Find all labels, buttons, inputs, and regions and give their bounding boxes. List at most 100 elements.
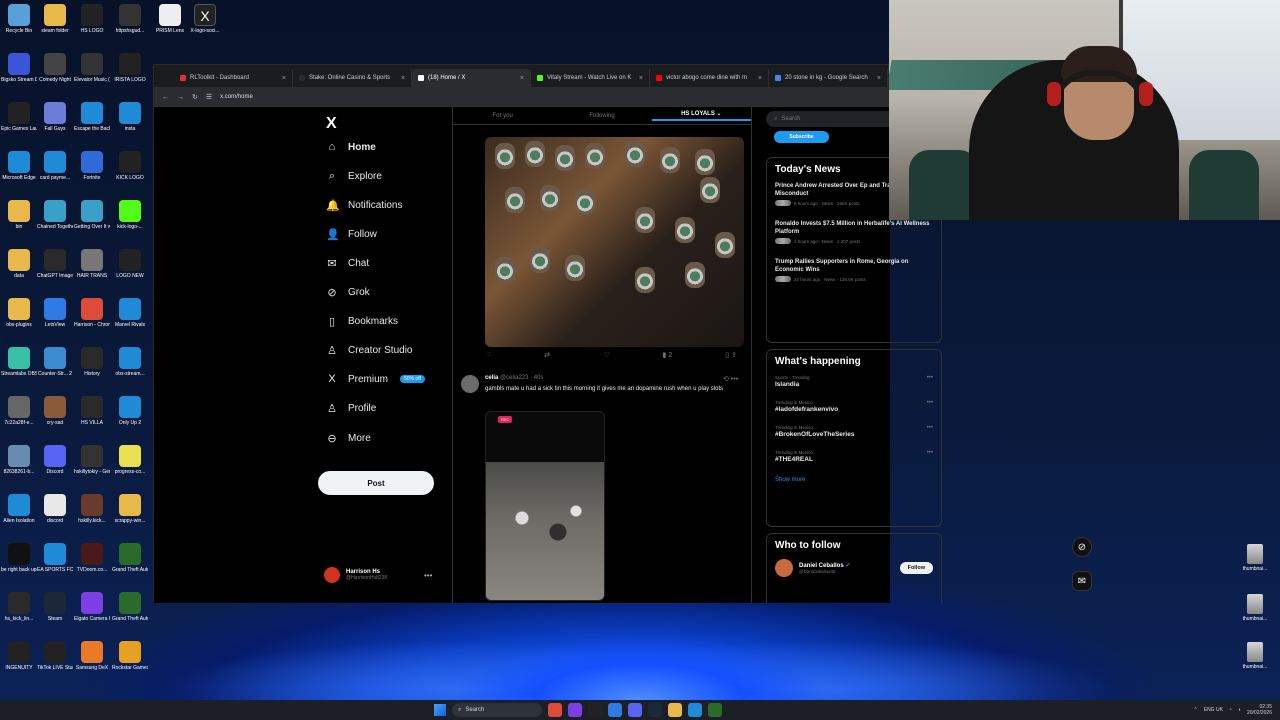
browser-tab[interactable]: victor abogo come dine with m × <box>650 69 769 87</box>
desktop-icon[interactable]: hskilly.kick... <box>74 494 110 524</box>
more-dots-icon[interactable]: ••• <box>424 571 432 580</box>
desktop-icon[interactable]: httpshsgud... <box>112 4 148 34</box>
desktop-icon[interactable]: Fall Guys <box>37 102 73 132</box>
desktop-icon[interactable]: Harrison - Chrome <box>74 298 110 328</box>
bookmark-action-icon[interactable]: ▯ ⇪ <box>725 351 737 359</box>
desktop-icon[interactable]: Steam <box>37 592 73 622</box>
browser-tab[interactable]: Vitaly Stream - Watch Live on K × <box>531 69 650 87</box>
desktop-icon[interactable]: Elgato Camera Hub <box>74 592 110 622</box>
close-tab-icon[interactable]: × <box>282 75 286 82</box>
tweet-video[interactable]: REC <box>485 411 605 601</box>
tiktok-taskbar-icon[interactable] <box>588 703 602 717</box>
desktop-thumbnail[interactable]: thumbnai... <box>1240 594 1270 622</box>
desktop-icon[interactable]: Alien Isolation <box>1 494 37 524</box>
desktop-icon[interactable]: KICK LOGO <box>112 151 148 181</box>
nav-explore[interactable]: ⌕ Explore <box>326 170 382 183</box>
desktop-icon[interactable]: Discord <box>37 445 73 475</box>
tab-following[interactable]: Following <box>552 113 651 119</box>
desktop-icon[interactable]: IRISTA LOGO <box>112 53 148 83</box>
grok-float-icon[interactable]: ⊘ <box>1072 537 1092 557</box>
desktop-icon[interactable]: Getting Over It with Ben... <box>74 200 110 230</box>
follow-button[interactable]: Follow <box>899 562 933 574</box>
desktop-icon[interactable]: Chained Together <box>37 200 73 230</box>
nav-more[interactable]: ⊖ More <box>326 432 370 445</box>
desktop-icon-x-logo[interactable]: X X-logo-soci... <box>187 4 223 34</box>
desktop-icon[interactable]: Counter-Str... 2 <box>37 347 73 377</box>
desktop-icon[interactable]: ChatGPT Image Jul 1... <box>37 249 73 279</box>
views-count[interactable]: ▮ 2 <box>663 351 673 359</box>
explorer-taskbar-icon[interactable] <box>668 703 682 717</box>
nav-grok[interactable]: ⊘ Grok <box>326 286 369 299</box>
nav-chat[interactable]: ✉ Chat <box>326 257 369 270</box>
forward-icon[interactable]: → <box>177 94 184 101</box>
trend-more-icon[interactable]: ••• <box>927 425 933 431</box>
tab-hs-loyals[interactable]: HS LOYALS ⌄ <box>651 110 751 121</box>
url-field[interactable]: x.com/home <box>220 94 253 100</box>
desktop-icon[interactable]: Rockstar Games ... <box>112 641 148 671</box>
nav-bookmarks[interactable]: ▯ Bookmarks <box>326 315 398 328</box>
site-info-icon[interactable]: ☰ <box>206 93 212 101</box>
desktop-icon[interactable]: Streamlabs OBS <box>1 347 37 377</box>
desktop-icon[interactable]: Escape the Backrooms <box>74 102 110 132</box>
taskbar-search[interactable]: ⌕ Search <box>452 703 542 717</box>
browser-tab[interactable]: (18) Home / X × <box>412 69 531 87</box>
desktop-icon[interactable]: Only Up 2 <box>112 396 148 426</box>
nav-profile[interactable]: ♙ Profile <box>326 402 376 415</box>
steam-taskbar-icon[interactable] <box>648 703 662 717</box>
x-logo-icon[interactable]: X <box>326 115 337 133</box>
browser-tab[interactable]: 20 stone in kg - Google Search × <box>769 69 888 87</box>
desktop-icon[interactable]: Elevator Music (Kev... <box>74 53 110 83</box>
desktop-icon[interactable]: discord <box>37 494 73 524</box>
desktop-icon[interactable]: insta <box>112 102 148 132</box>
trend-item[interactable]: Trending in Mexico #ladofdefrankenvivo ••• <box>767 396 941 417</box>
desktop-icon[interactable]: LOGO NEW <box>112 249 148 279</box>
desktop-icon[interactable]: bin <box>1 200 37 230</box>
desktop-icon[interactable]: progress-co... <box>112 445 148 475</box>
trend-more-icon[interactable]: ••• <box>927 400 933 406</box>
desktop-icon[interactable]: Comedy Night <box>37 53 73 83</box>
desktop-icon[interactable]: Samsung DeX <box>74 641 110 671</box>
reply-icon[interactable]: ◌ <box>487 351 491 359</box>
desktop-icon[interactable]: INGENUITY <box>1 641 37 671</box>
desktop-icon[interactable]: Fortnite <box>74 151 110 181</box>
trend-item[interactable]: Trending in Mexico #BrokenOfLoveTheSeries… <box>767 421 941 442</box>
trend-more-icon[interactable]: ••• <box>927 375 933 381</box>
desktop-icon[interactable]: HAIR TRANS <box>74 249 110 279</box>
desktop-icon[interactable]: TVDoom.co... <box>74 543 110 573</box>
app-taskbar-icon[interactable] <box>688 703 702 717</box>
tweet-media-watches[interactable] <box>485 137 744 347</box>
desktop-icon[interactable]: LetsView <box>37 298 73 328</box>
wifi-icon[interactable]: ◔ <box>1229 707 1232 713</box>
desktop-icon[interactable]: obs-stream... <box>112 347 148 377</box>
account-switcher[interactable]: Harrison Hs @HarrisonHs8238 <box>324 567 387 583</box>
desktop-icon[interactable]: TikTok LIVE Studio <box>37 641 73 671</box>
subscribe-button[interactable]: Subscribe <box>774 131 829 143</box>
trend-item[interactable]: Trending in Mexico #THE4REAL ••• <box>767 446 941 467</box>
desktop-icon[interactable]: Bigsko Stream Deck <box>1 53 37 83</box>
desktop-icon[interactable]: card payme... <box>37 151 73 181</box>
desktop-icon[interactable]: Recycle Bin <box>1 4 37 34</box>
close-tab-icon[interactable]: × <box>758 75 762 82</box>
desktop-icon[interactable]: Microsoft Edge <box>1 151 37 181</box>
volume-icon[interactable]: ◖ <box>1238 707 1241 713</box>
tweet-author[interactable]: celia <box>485 375 498 381</box>
close-tab-icon[interactable]: × <box>401 75 405 82</box>
xbox-taskbar-icon[interactable] <box>708 703 722 717</box>
desktop-icon[interactable]: HS LOGO <box>74 4 110 34</box>
desktop-icon[interactable]: EA SPORTS FC 25 <box>37 543 73 573</box>
show-more-link[interactable]: Show more <box>767 471 941 491</box>
nav-home[interactable]: ⌂ Home <box>326 141 376 153</box>
retweet-icon[interactable]: ⇄ <box>544 351 550 359</box>
reload-icon[interactable]: ↻ <box>192 93 198 101</box>
trend-item[interactable]: Sports · Trending Islandia ••• <box>767 371 941 392</box>
desktop-icon[interactable]: Epic Games Launcher <box>1 102 37 132</box>
close-tab-icon[interactable]: × <box>520 75 524 82</box>
nav-follow[interactable]: 👤 Follow <box>326 228 377 241</box>
tray-lang[interactable]: ENG UK <box>1204 707 1223 713</box>
chrome-taskbar-icon[interactable] <box>548 703 562 717</box>
desktop-icon[interactable]: Grand Theft Auto V Le... <box>112 543 148 573</box>
trend-more-icon[interactable]: ••• <box>927 450 933 456</box>
close-tab-icon[interactable]: × <box>639 75 643 82</box>
close-tab-icon[interactable]: × <box>877 75 881 82</box>
desktop-icon[interactable]: Grand Theft Auto V Enh... <box>112 592 148 622</box>
